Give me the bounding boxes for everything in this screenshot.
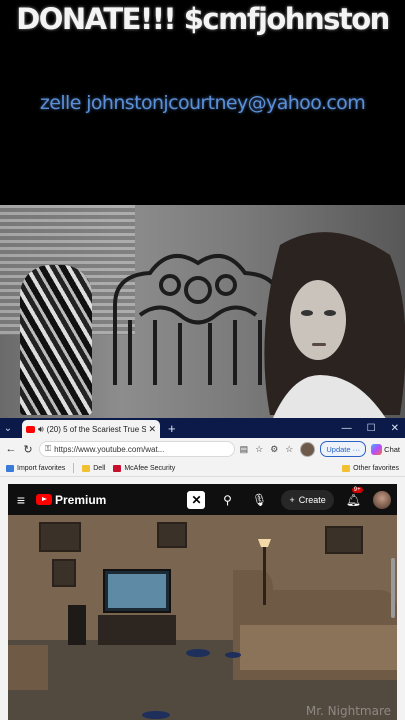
stream-overlay: DONATE!!! $cmfjohnston zelle johnstonjco…: [0, 0, 405, 205]
more-icon: ···: [352, 444, 361, 454]
update-button[interactable]: Update ···: [320, 441, 367, 457]
lock-icon: ⚿: [45, 444, 52, 453]
tab-actions-icon[interactable]: ⌄: [0, 420, 16, 436]
refresh-icon[interactable]: ↻: [22, 443, 34, 456]
folder-icon: [82, 464, 91, 472]
extension-icon[interactable]: ⚙: [270, 444, 278, 455]
youtube-page: ≡ Premium ✕ ⚲ 🎙︎ + Create 🔔︎ 9+ Mr. Nigh…: [8, 484, 397, 720]
youtube-logo[interactable]: Premium: [36, 493, 106, 507]
create-label: Create: [298, 494, 326, 505]
zelle-banner: zelle johnstonjcourtney@yahoo.com: [39, 92, 366, 114]
maximize-icon[interactable]: ☐: [367, 423, 376, 434]
other-favorites-label: Other favorites: [353, 464, 399, 472]
youtube-icon: [26, 425, 35, 433]
update-label: Update: [326, 444, 351, 454]
chat-label: Chat: [384, 444, 400, 454]
webcam-feed: [0, 205, 405, 418]
profile-avatar[interactable]: [300, 441, 316, 457]
favorites-bar: Import favorites Dell McAfee Security Ot…: [0, 460, 405, 477]
hamburger-menu-icon[interactable]: ≡: [14, 492, 28, 508]
favorite-mcafee[interactable]: McAfee Security: [113, 464, 176, 472]
tab-youtube[interactable]: 🔊︎ (20) 5 of the Scariest True Sto ✕: [22, 420, 160, 438]
premium-label: Premium: [55, 492, 107, 507]
notification-badge: 9+: [351, 486, 363, 493]
video-frame-living-room: [8, 515, 397, 720]
account-avatar[interactable]: [373, 490, 391, 509]
address-input[interactable]: ⚿ https://www.youtube.com/wat...: [39, 441, 235, 457]
divider: [73, 463, 75, 473]
zebra-jacket: [20, 265, 92, 415]
other-favorites[interactable]: Other favorites: [342, 464, 399, 472]
favorite-label: Import favorites: [17, 464, 66, 472]
channel-watermark: Mr. Nightmare: [305, 704, 391, 718]
address-bar-row: ← ↻ ⚿ https://www.youtube.com/wat... ▤ ☆…: [0, 438, 405, 460]
microphone-icon[interactable]: 🎙︎: [249, 490, 269, 510]
close-tab-icon[interactable]: ✕: [148, 424, 156, 435]
new-tab-icon[interactable]: +: [168, 421, 176, 436]
copilot-chat-button[interactable]: Chat: [371, 443, 400, 455]
close-window-icon[interactable]: ✕: [391, 423, 399, 434]
favorites-icon[interactable]: ☆: [285, 444, 293, 455]
browser-window: ⌄ 🔊︎ (20) 5 of the Scariest True Sto ✕ +…: [0, 418, 405, 720]
url-text: https://www.youtube.com/wat...: [54, 444, 165, 454]
favorite-label: McAfee Security: [124, 464, 176, 472]
streamer-person: [264, 232, 405, 418]
back-arrow-icon[interactable]: ←: [5, 443, 17, 455]
tab-title: (20) 5 of the Scariest True Sto: [46, 424, 147, 434]
favorite-import[interactable]: Import favorites: [6, 464, 66, 472]
reader-view-icon[interactable]: ▤: [240, 444, 249, 455]
copilot-icon: [371, 443, 383, 455]
search-icon[interactable]: ⚲: [217, 490, 237, 510]
minimize-icon[interactable]: —: [342, 423, 352, 434]
folder-icon: [342, 464, 351, 472]
browser-titlebar: ⌄ 🔊︎ (20) 5 of the Scariest True Sto ✕ +…: [0, 418, 405, 438]
clear-search-icon[interactable]: ✕: [187, 490, 206, 509]
video-player[interactable]: Mr. Nightmare: [8, 515, 397, 720]
create-button[interactable]: + Create: [281, 489, 334, 510]
youtube-play-icon: [36, 494, 52, 505]
favorite-label: Dell: [93, 464, 106, 472]
plus-icon: +: [289, 494, 295, 505]
notifications-bell-icon[interactable]: 🔔︎ 9+: [346, 486, 363, 507]
youtube-header: ≡ Premium ✕ ⚲ 🎙︎ + Create 🔔︎ 9+: [8, 484, 397, 515]
donate-banner: DONATE!!! $cmfjohnston: [16, 2, 390, 36]
favorite-star-icon[interactable]: ☆: [255, 444, 263, 455]
favorite-dell[interactable]: Dell: [82, 464, 106, 472]
speaker-icon[interactable]: 🔊︎: [38, 424, 44, 435]
import-icon: [6, 464, 14, 472]
page-scrollbar[interactable]: [391, 558, 395, 618]
mcafee-icon: [113, 464, 122, 472]
